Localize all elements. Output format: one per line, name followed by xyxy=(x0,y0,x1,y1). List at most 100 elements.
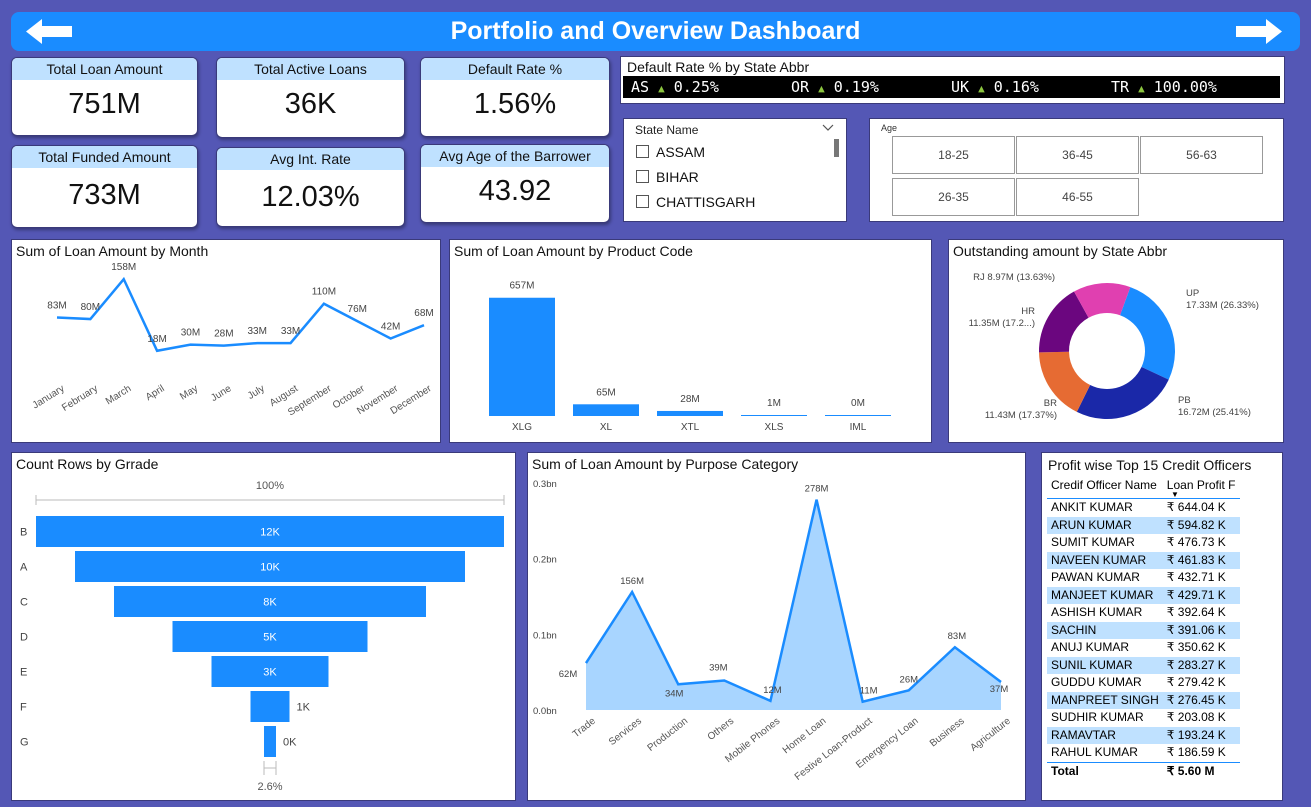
outstanding-donut-chart: UP17.33M (26.33%) PB16.72M (25.41%) BR11.4… xyxy=(969,272,1259,421)
purpose-value-label: 34M xyxy=(665,688,684,699)
donut-slice-label: 16.72M (25.41%) xyxy=(1178,407,1251,418)
product-value-label: 65M xyxy=(596,387,615,398)
kpi-label: Total Funded Amount xyxy=(12,146,197,168)
officer-profit: ₹ 193.24 K xyxy=(1162,726,1240,744)
slicer-scrollbar[interactable] xyxy=(834,139,839,157)
ticker-item: OR ▲ 0.19% xyxy=(791,78,879,96)
month-tick-label: May xyxy=(178,383,200,402)
officer-profit: ₹ 644.04 K xyxy=(1166,500,1226,514)
age-slicer-title: Age xyxy=(881,123,898,133)
checkbox[interactable] xyxy=(636,170,649,183)
donut-slice-name: RJ 8.97M (13.63%) xyxy=(973,272,1055,283)
month-value-label: 158M xyxy=(111,262,136,273)
officer-profit: ₹ 429.71 K xyxy=(1162,586,1240,604)
forward-arrow-icon[interactable] xyxy=(1234,17,1284,46)
table-row[interactable]: SACHIN ₹ 391.06 K xyxy=(1047,621,1240,639)
age-button[interactable]: 36-45 xyxy=(1016,136,1139,174)
kpi-label: Avg Age of the Barrower xyxy=(421,145,609,167)
table-row[interactable]: SUDHIR KUMAR ₹ 203.08 K xyxy=(1047,709,1240,727)
month-tick-label: June xyxy=(209,383,234,404)
grade-funnel-chart: 100% B 12K A 10K C 8K D 5K E 3K F 1K G 0K 2.6% xyxy=(20,480,505,793)
officer-name: ARUN KUMAR xyxy=(1047,516,1163,534)
age-button[interactable]: 26-35 xyxy=(892,178,1015,216)
table-row[interactable]: RAHUL KUMAR ₹ 186.59 K xyxy=(1047,744,1240,762)
checkbox[interactable] xyxy=(636,195,649,208)
age-button[interactable]: 46-55 xyxy=(1016,178,1139,216)
state-option-label: ASSAM xyxy=(656,144,706,160)
purpose-tick-label: Festive Loan-Product xyxy=(793,716,875,783)
ticker-item: AS ▲ 0.25% xyxy=(631,78,719,96)
triangle-up-icon: ▲ xyxy=(658,82,665,95)
table-row[interactable]: MANJEET KUMAR ₹ 429.71 K xyxy=(1047,586,1240,604)
officer-profit: ₹ 186.59 K xyxy=(1166,745,1226,759)
product-bar xyxy=(825,415,891,416)
age-button[interactable]: 56-63 xyxy=(1140,136,1263,174)
month-line xyxy=(56,276,425,353)
state-option[interactable]: BIHAR xyxy=(636,169,699,185)
age-button[interactable]: 18-25 xyxy=(892,136,1015,174)
month-chart-panel: Sum of Loan Amount by Month 83M January 80… xyxy=(11,239,441,443)
table-row[interactable]: SUNIL KUMAR ₹ 283.27 K xyxy=(1047,656,1240,674)
ticker-value: 0.16% xyxy=(993,78,1039,96)
funnel-value-label: 1K xyxy=(297,702,311,714)
table-row[interactable]: SUMIT KUMAR ₹ 476.73 K xyxy=(1047,534,1240,552)
kpi-default-rate: Default Rate % 1.56% xyxy=(420,57,610,137)
table-row[interactable]: PAWAN KUMAR ₹ 432.71 K xyxy=(1047,569,1240,587)
product-tick-label: XTL xyxy=(681,422,700,433)
product-value-label: 1M xyxy=(767,398,781,409)
ticker-value: 0.25% xyxy=(673,78,719,96)
funnel-category-label: F xyxy=(20,702,27,714)
month-value-label: 28M xyxy=(214,329,233,340)
chevron-down-icon[interactable] xyxy=(822,124,834,132)
month-tick-label: April xyxy=(144,383,167,403)
state-option[interactable]: ASSAM xyxy=(636,144,705,160)
month-value-label: 33M xyxy=(281,326,300,337)
purpose-tick-label: Production xyxy=(646,716,690,754)
purpose-value-label: 12M xyxy=(763,685,782,696)
ticker-item: TR ▲ 100.00% xyxy=(1111,78,1217,96)
officer-name: MANJEET KUMAR xyxy=(1047,586,1163,604)
total-label: Total xyxy=(1047,761,1163,780)
back-arrow-icon[interactable] xyxy=(24,17,74,46)
product-tick-label: XLS xyxy=(765,422,784,433)
table-row[interactable]: ASHISH KUMAR ₹ 392.64 K xyxy=(1047,604,1240,622)
triangle-up-icon: ▲ xyxy=(818,82,825,95)
officer-name: PAWAN KUMAR xyxy=(1051,570,1140,584)
officer-profit: ₹ 203.08 K xyxy=(1166,710,1226,724)
table-row[interactable]: NAVEEN KUMAR ₹ 461.83 K xyxy=(1047,551,1240,569)
donut-slice-label: 11.35M (17.2...) xyxy=(969,318,1035,329)
state-option[interactable]: CHATTISGARH xyxy=(636,194,755,210)
officer-name: NAVEEN KUMAR xyxy=(1047,551,1163,569)
table-row[interactable]: MANPREET SINGH ₹ 276.45 K xyxy=(1047,691,1240,709)
funnel-category-label: D xyxy=(20,632,28,644)
column-header-officer[interactable]: Credif Officer Name xyxy=(1047,476,1163,499)
funnel-bar xyxy=(264,726,276,757)
column-header-profit[interactable]: Loan Profit F ▼ xyxy=(1162,476,1240,499)
month-tick-label: February xyxy=(60,383,100,414)
state-slicer-title: State Name xyxy=(635,123,699,137)
officer-profit: ₹ 283.27 K xyxy=(1162,656,1240,674)
table-row[interactable]: GUDDU KUMAR ₹ 279.42 K xyxy=(1047,674,1240,692)
table-row[interactable]: RAMAVTAR ₹ 193.24 K xyxy=(1047,726,1240,744)
table-row[interactable]: ANUJ KUMAR ₹ 350.62 K xyxy=(1047,639,1240,657)
funnel-category-label: C xyxy=(20,597,28,609)
table-row[interactable]: ANKIT KUMAR ₹ 644.04 K xyxy=(1047,499,1240,517)
kpi-total-active-loans: Total Active Loans 36K xyxy=(216,57,405,138)
kpi-label: Total Loan Amount xyxy=(12,58,197,80)
kpi-total-loan-amount: Total Loan Amount 751M xyxy=(11,57,198,136)
donut-slice-name: HR xyxy=(1021,306,1035,317)
state-slicer: State Name ASSAM BIHAR CHATTISGARH xyxy=(623,118,847,222)
ticker-value: 0.19% xyxy=(833,78,879,96)
purpose-tick-label: Trade xyxy=(571,715,598,740)
checkbox[interactable] xyxy=(636,145,649,158)
ticker-item: UK ▲ 0.16% xyxy=(951,78,1039,96)
month-value-label: 33M xyxy=(247,326,266,337)
funnel-value-label: 12K xyxy=(260,527,280,539)
table-row[interactable]: ARUN KUMAR ₹ 594.82 K xyxy=(1047,516,1240,534)
officer-profit: ₹ 391.06 K xyxy=(1162,621,1240,639)
month-value-label: 42M xyxy=(381,322,400,333)
officers-table: Credif Officer Name Loan Profit F ▼ ANKIT… xyxy=(1047,476,1240,780)
triangle-up-icon: ▲ xyxy=(978,82,985,95)
ticker-state: OR xyxy=(791,78,810,96)
funnel-category-label: B xyxy=(20,527,27,539)
